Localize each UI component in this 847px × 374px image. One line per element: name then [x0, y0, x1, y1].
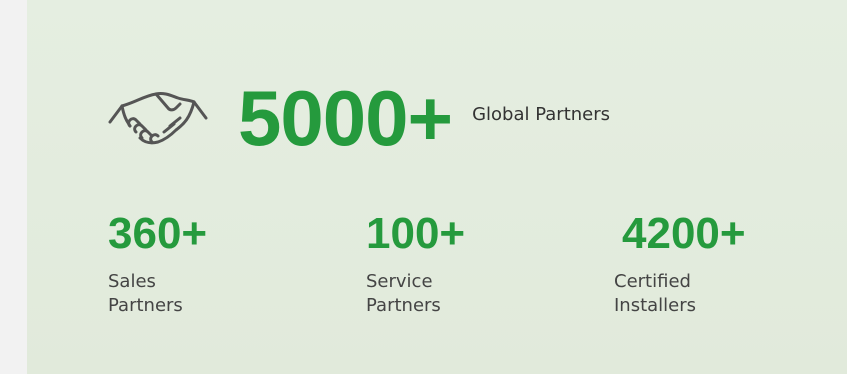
service-partners-stat: 100+ Service Partners	[366, 212, 465, 319]
global-partners-stat: 5000+ Global Partners	[106, 78, 610, 158]
certified-installers-value: 4200+	[622, 209, 746, 258]
sales-partners-label: Sales Partners	[108, 271, 183, 317]
sales-partners-value: 360+	[108, 209, 208, 258]
sales-partners-stat: 360+ Sales Partners	[108, 212, 207, 319]
service-partners-value: 100+	[366, 209, 466, 258]
service-partners-label: Service Partners	[366, 271, 441, 317]
global-partners-label: Global Partners	[472, 103, 611, 125]
global-partners-value: 5000+	[238, 74, 453, 162]
certified-installers-label: Certified Installers	[614, 271, 697, 317]
handshake-icon	[108, 92, 208, 145]
certified-installers-stat: 4200+ Certified Installers	[614, 212, 746, 319]
